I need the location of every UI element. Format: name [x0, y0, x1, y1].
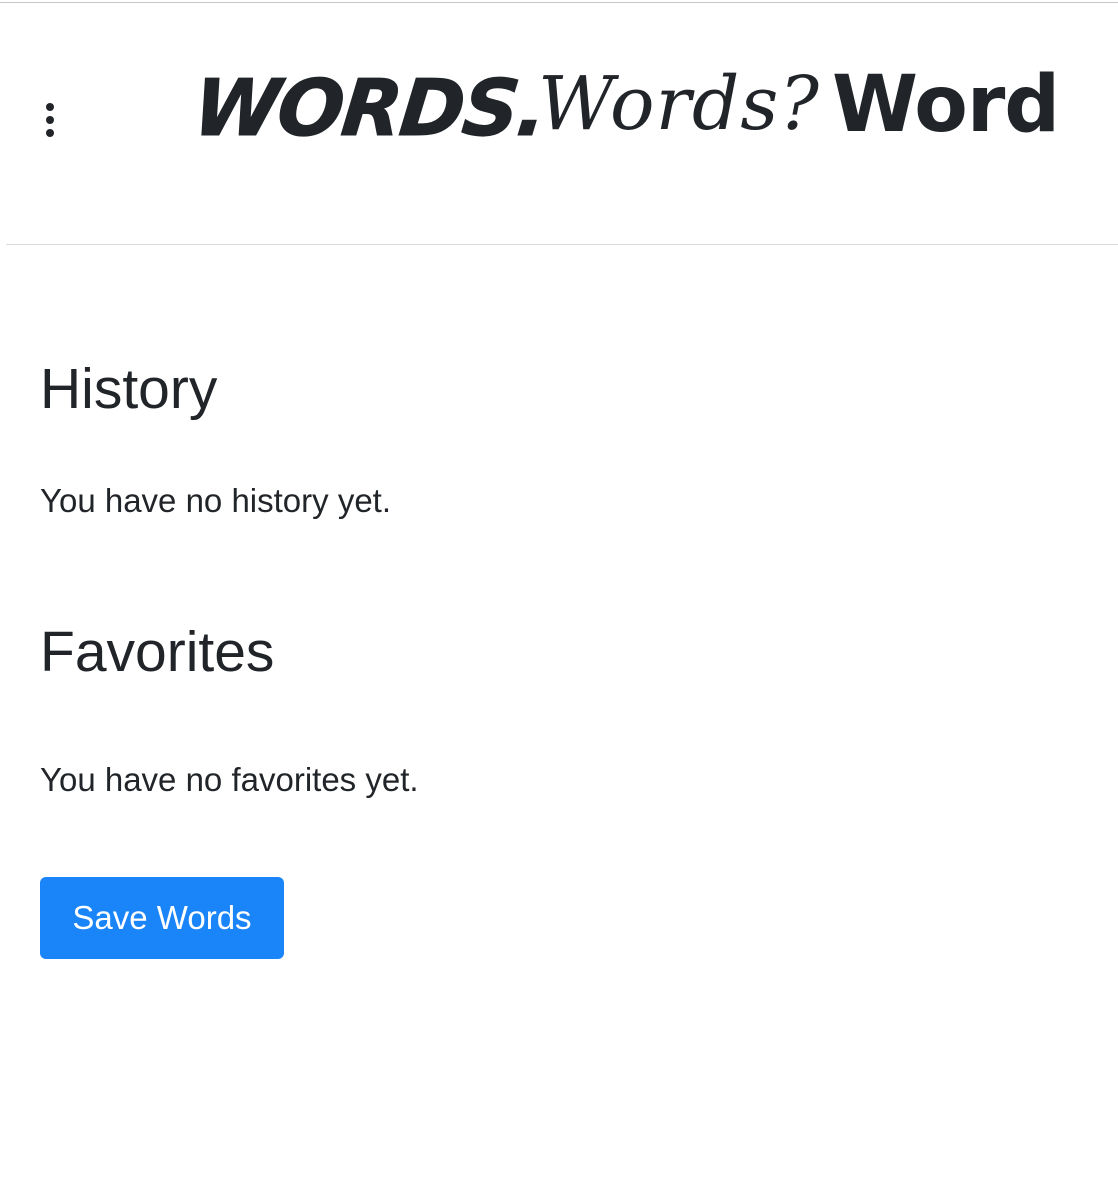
- favorites-empty-text: You have no favorites yet.: [40, 761, 419, 798]
- logo-word-1: WORDS.: [196, 63, 550, 154]
- header-divider: [6, 244, 1118, 245]
- menu-button[interactable]: [38, 99, 62, 141]
- app-header: WORDS. Words? Words!: [0, 3, 1118, 244]
- logo-word-2: Words?: [538, 61, 820, 147]
- logo[interactable]: WORDS. Words? Words!: [196, 51, 1056, 155]
- save-words-button[interactable]: Save Words: [40, 877, 284, 959]
- kebab-menu-icon: [46, 103, 54, 111]
- kebab-menu-icon-dot-2: [46, 116, 54, 124]
- history-empty-text: You have no history yet.: [40, 482, 392, 519]
- history-heading: History: [40, 357, 218, 421]
- logo-word-3: Words!: [832, 60, 1056, 150]
- kebab-menu-icon-dot-3: [46, 129, 54, 137]
- favorites-heading: Favorites: [40, 620, 275, 684]
